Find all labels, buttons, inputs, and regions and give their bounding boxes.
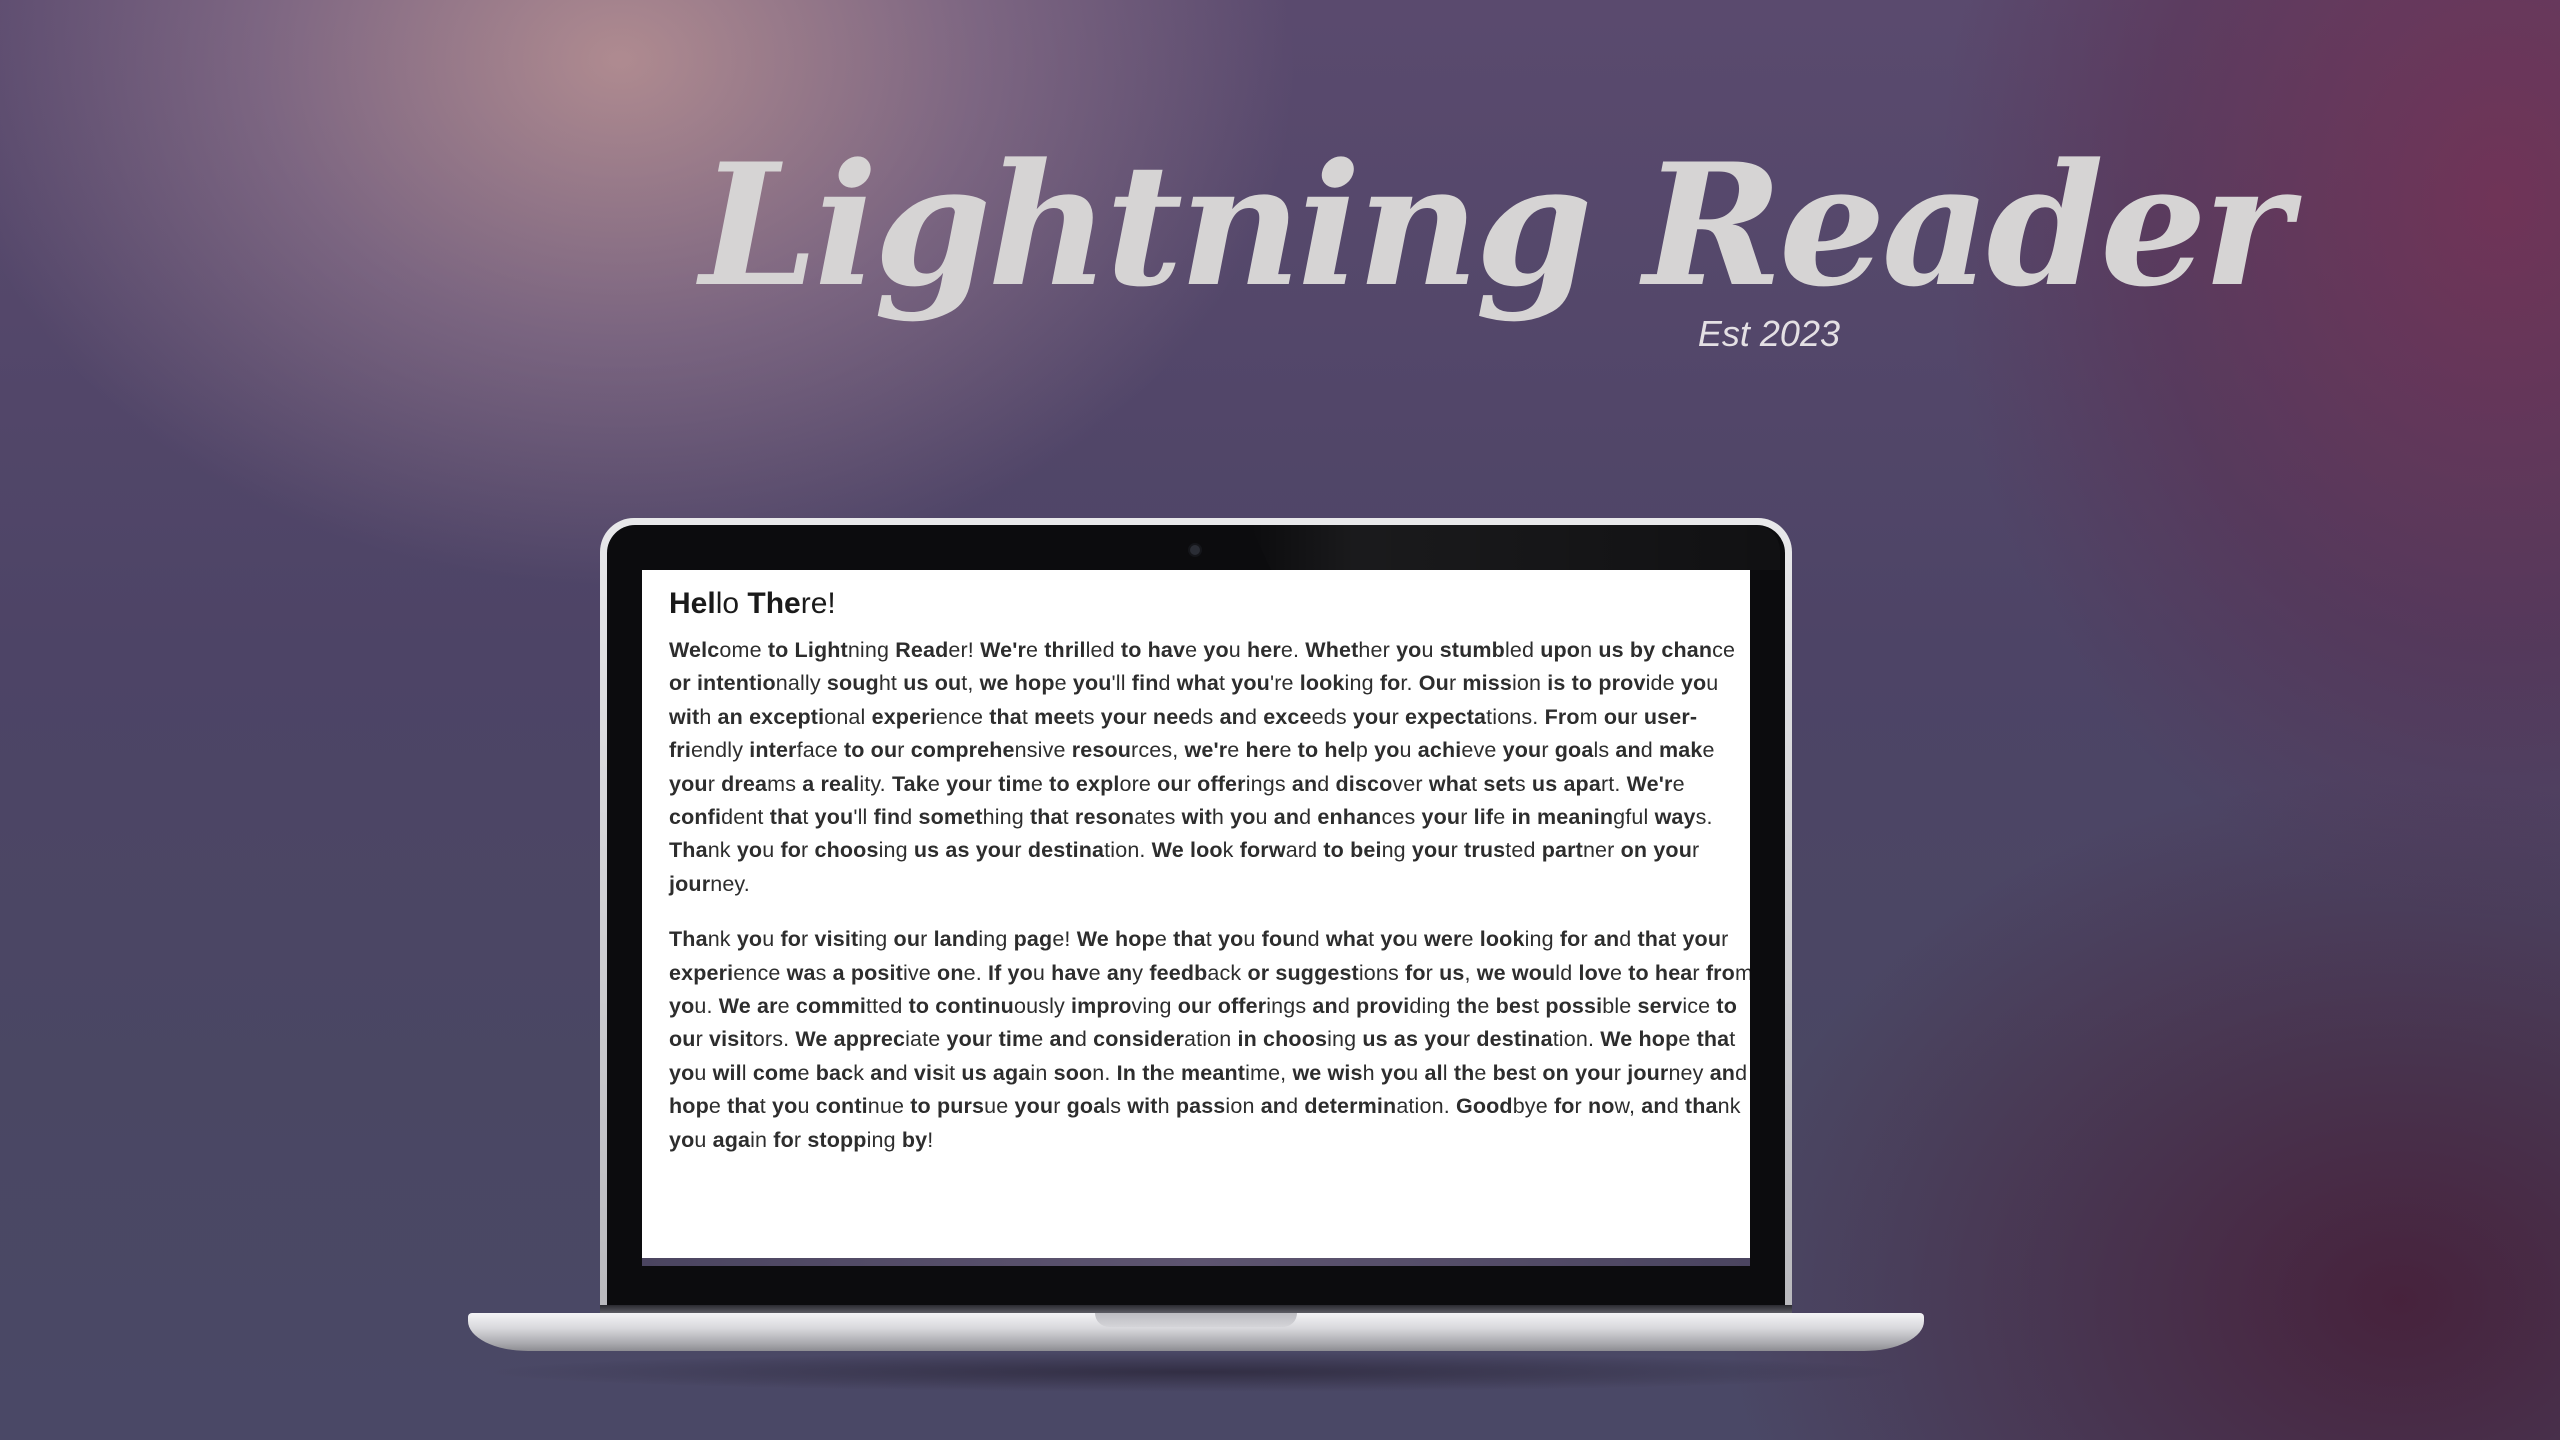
laptop-screen: Hello There! Welcome to Lightning Reader…	[642, 570, 1750, 1258]
article-heading: Hello There!	[669, 587, 836, 620]
laptop-open-notch	[1095, 1313, 1297, 1327]
webcam-icon	[1190, 545, 1200, 555]
bezel-glare	[1250, 525, 1780, 570]
article-paragraph: Thank you for visiting our landing page!…	[669, 927, 1750, 1152]
reader-article: Hello There! Welcome to Lightning Reader…	[669, 582, 1750, 1179]
brand-logo-title: Lightning Reader	[700, 126, 2291, 324]
laptop-shadow	[480, 1352, 1912, 1392]
brand-subtitle: Est 2023	[1697, 313, 1840, 354]
article-paragraph: Welcome to Lightning Reader! We're thril…	[669, 638, 1736, 896]
screen-bottom-strip	[642, 1258, 1750, 1266]
